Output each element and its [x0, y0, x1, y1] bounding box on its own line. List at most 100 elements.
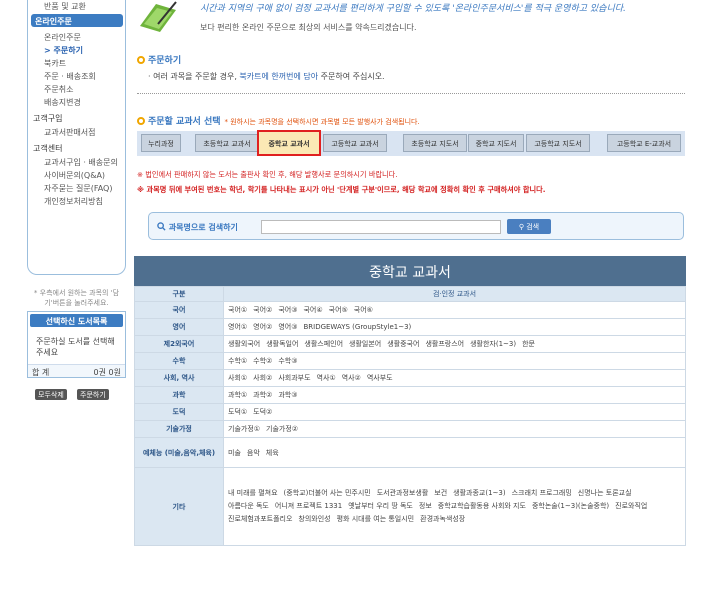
textbook-link[interactable]: 중학논술(1~3)(논술중학) — [532, 500, 609, 513]
search-input[interactable] — [261, 220, 501, 234]
bullet-icon — [137, 56, 145, 64]
textbook-link[interactable]: 정보 — [419, 500, 432, 513]
textbook-link[interactable]: 도덕② — [253, 407, 272, 417]
textbook-link[interactable]: 역사부도 — [367, 373, 393, 383]
table-row-category: 예체능 (미술,음악,체육) — [134, 437, 224, 468]
textbook-link[interactable]: 역사① — [317, 373, 336, 383]
select-section-title: 주문할 교과서 선택 * 원하시는 과목명을 선택하시면 과목별 모든 발행사가 … — [137, 114, 420, 127]
textbook-link[interactable]: 평화 시대를 여는 통일시민 — [337, 513, 415, 526]
textbook-link[interactable]: 기술가정① — [228, 424, 260, 434]
textbook-link[interactable]: 생활프랑스어 — [425, 339, 464, 349]
textbook-link[interactable]: 생활중국어 — [387, 339, 419, 349]
textbook-link[interactable]: 생활과종교(1~3) — [453, 487, 505, 500]
textbook-link[interactable]: 국어① — [228, 305, 247, 315]
textbook-link[interactable]: 도덕① — [228, 407, 247, 417]
table-row-books: 도덕① 도덕② — [223, 403, 686, 421]
sidebar-item-order[interactable]: > 주문하기 — [44, 45, 83, 56]
tab-high-textbook[interactable]: 고등학교 교과서 — [323, 134, 387, 152]
textbook-link[interactable]: 국어④ — [303, 305, 322, 315]
textbook-link[interactable]: 국어⑥ — [354, 305, 373, 315]
sidebar-item-address[interactable]: 배송지변경 — [44, 97, 81, 108]
table-row: 수학 수학① 수학② 수학③ — [134, 352, 686, 370]
textbook-link[interactable]: 진로체험과포트폴리오 — [228, 513, 292, 526]
table-row: 기타 내 미래를 펼쳐요 (중학교)더불어 사는 민주시민 도서관과정보생활 보건 생활과… — [134, 467, 686, 546]
textbook-link[interactable]: 스크래치 프로그래밍 — [512, 487, 572, 500]
tab-middle-textbook[interactable]: 중학교 교과서 — [257, 130, 321, 156]
sidebar-item-order-lookup[interactable]: 주문 · 배송조회 — [44, 71, 96, 82]
textbook-link[interactable]: 미술 — [228, 448, 241, 458]
tab-high-guide[interactable]: 고등학교 지도서 — [526, 134, 590, 152]
textbook-link[interactable]: 과학② — [253, 390, 272, 400]
textbook-link[interactable]: 생활한자(1~3) — [470, 339, 516, 349]
sidebar-section-support[interactable]: 고객센터 — [33, 143, 62, 154]
textbook-link[interactable]: 생활외국어 — [228, 339, 260, 349]
textbook-link[interactable]: (중학교)더불어 사는 민주시민 — [284, 487, 371, 500]
textbook-link[interactable]: 진로와직업 — [615, 500, 647, 513]
table-row-category: 국어 — [134, 301, 224, 319]
textbook-link[interactable]: 어니져 프로젝트 1331 — [275, 500, 342, 513]
textbook-link[interactable]: 생활일본어 — [349, 339, 381, 349]
textbook-link[interactable]: 중학교학습활동용 사회와 지도 — [438, 500, 526, 513]
tab-middle-guide[interactable]: 중학교 지도서 — [468, 134, 524, 152]
textbook-link[interactable]: 수학② — [253, 356, 272, 366]
textbook-link[interactable]: 옛날부터 우리 땅 독도 — [348, 500, 413, 513]
textbook-link[interactable]: 환경과녹색성장 — [420, 513, 465, 526]
textbook-link[interactable]: 영어③ — [278, 322, 297, 332]
table-row: 과학 과학① 과학② 과학③ — [134, 386, 686, 404]
textbook-link[interactable]: 국어③ — [278, 305, 297, 315]
search-button[interactable]: ⚲ 검색 — [507, 219, 551, 234]
sidebar-section-purchase[interactable]: 고객구입 — [33, 113, 62, 124]
sidebar-item-inquiry[interactable]: 교과서구입 · 배송문의 — [44, 157, 118, 168]
tab-elementary-guide[interactable]: 초등학교 지도서 — [403, 134, 467, 152]
textbook-link[interactable]: 기술가정② — [266, 424, 298, 434]
textbook-link[interactable]: 국어⑤ — [329, 305, 348, 315]
sidebar-item-bookcart[interactable]: 북카트 — [44, 58, 66, 69]
sidebar-section-online-order[interactable]: 온라인주문 — [31, 14, 123, 27]
textbook-link[interactable]: 내 미래를 펼쳐요 — [228, 487, 278, 500]
textbook-link[interactable]: 과학① — [228, 390, 247, 400]
sidebar-top-link[interactable]: 반품 및 교환 — [44, 1, 86, 12]
textbook-link[interactable]: 사회과부도 — [278, 373, 310, 383]
textbook-link[interactable]: BRIDGEWAYS (GroupStyle1~3) — [303, 323, 411, 331]
search-panel: 과목명으로 검색하기 ⚲ 검색 — [148, 212, 684, 240]
order-button[interactable]: 주문하기 — [77, 389, 109, 400]
textbook-link[interactable]: 역사② — [342, 373, 361, 383]
textbook-link[interactable]: 영어② — [253, 322, 272, 332]
tab-high-e-textbook[interactable]: 고등학교 E-교과서 — [607, 134, 681, 152]
header-slogan: 시간과 지역의 구애 없이 검정 교과서를 편리하게 구입할 수 있도록 '온라… — [200, 4, 626, 14]
tab-elementary-textbook[interactable]: 초등학교 교과서 — [195, 134, 259, 152]
sidebar-item-online-order[interactable]: 온라인주문 — [44, 32, 81, 43]
textbook-link[interactable]: 생활독일어 — [266, 339, 298, 349]
textbook-link[interactable]: 체육 — [266, 448, 279, 458]
table-row-books: 수학① 수학② 수학③ — [223, 352, 686, 370]
textbook-link[interactable]: 창의와인성 — [298, 513, 330, 526]
cart-total: 합 계 0권 0원 — [28, 364, 125, 377]
order-section-title: 주문하기 — [137, 53, 181, 66]
textbook-link[interactable]: 신명나는 토론교실 — [578, 487, 632, 500]
cart-title: 선택하신 도서목록 — [30, 314, 123, 327]
sidebar-item-faq[interactable]: 자주묻는 질문(FAQ) — [44, 183, 112, 194]
textbook-link[interactable]: 도서관과정보생활 — [377, 487, 429, 500]
sidebar-item-qna[interactable]: 사이버문의(Q&A) — [44, 170, 105, 181]
textbook-link[interactable]: 수학③ — [278, 356, 297, 366]
textbook-link[interactable]: 한문 — [522, 339, 535, 349]
textbook-link[interactable]: 국어② — [253, 305, 272, 315]
sidebar-item-privacy[interactable]: 개인정보처리방침 — [44, 196, 103, 207]
textbook-link[interactable]: 생활스페인어 — [304, 339, 343, 349]
textbook-link[interactable]: 보건 — [434, 487, 447, 500]
textbook-link[interactable]: 아름다운 독도 — [228, 500, 269, 513]
tab-nuri[interactable]: 누리과정 — [141, 134, 181, 152]
notice-numbering: ※ 과목명 뒤에 부여된 번호는 학년, 학기를 나타내는 표시가 아닌 '단계… — [137, 185, 546, 194]
table-row: 사회, 역사 사회① 사회② 사회과부도 역사① 역사② 역사부도 — [134, 369, 686, 387]
sidebar-item-stores[interactable]: 교과서판매서점 — [44, 127, 96, 138]
textbook-link[interactable]: 과학③ — [278, 390, 297, 400]
sidebar-item-cancel[interactable]: 주문취소 — [44, 84, 73, 95]
delete-all-button[interactable]: 모두삭제 — [35, 389, 67, 400]
category-tabs: 누리과정 초등학교 교과서 중학교 교과서 고등학교 교과서 초등학교 지도서 … — [137, 130, 685, 156]
table-row-category: 기타 — [134, 467, 224, 546]
textbook-link[interactable]: 사회① — [228, 373, 247, 383]
textbook-link[interactable]: 수학① — [228, 356, 247, 366]
textbook-link[interactable]: 사회② — [253, 373, 272, 383]
textbook-link[interactable]: 음악 — [247, 448, 260, 458]
textbook-link[interactable]: 영어① — [228, 322, 247, 332]
